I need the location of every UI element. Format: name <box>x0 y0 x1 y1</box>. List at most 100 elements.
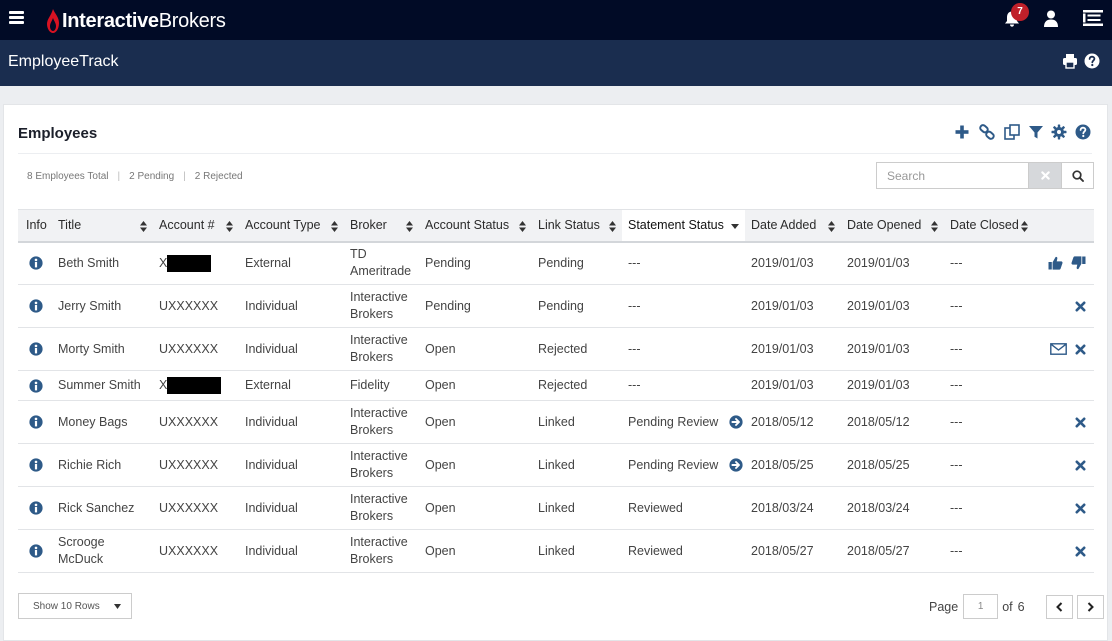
row-actions <box>1040 301 1094 312</box>
column-header-date-closed[interactable]: Date Closed <box>944 209 1034 243</box>
account-number: UXXXXXX <box>159 543 219 558</box>
broker: Fidelity <box>344 370 419 401</box>
close-icon[interactable] <box>1075 546 1086 557</box>
of-label: of <box>1002 599 1013 614</box>
account-status: Open <box>419 370 532 401</box>
search-icon <box>1071 169 1084 182</box>
row-actions <box>1040 417 1094 428</box>
column-header-account-type[interactable]: Account Type <box>239 209 344 243</box>
pagination: Page of 6 <box>929 594 1104 619</box>
account-list-icon[interactable] <box>1083 10 1103 26</box>
close-icon[interactable] <box>1075 301 1086 312</box>
close-icon[interactable] <box>1075 503 1086 514</box>
rows-per-page-select[interactable]: Show 10 Rows <box>18 593 132 619</box>
envelope-icon[interactable] <box>1050 343 1067 355</box>
clear-search-button[interactable] <box>1028 162 1062 189</box>
table-row: Jerry Smith UXXXXXX Individual Interactive … <box>18 284 1094 328</box>
broker: Interactive Brokers <box>344 443 419 487</box>
info-cell <box>18 529 52 573</box>
close-icon[interactable] <box>1075 460 1086 471</box>
date-opened: 2019/01/03 <box>841 284 944 328</box>
account-status: Pending <box>419 241 532 285</box>
date-closed: --- <box>944 529 1034 573</box>
redacted-block <box>167 254 212 272</box>
column-header-broker[interactable]: Broker <box>344 209 419 243</box>
info-icon[interactable] <box>29 342 43 356</box>
filter-icon[interactable] <box>1028 124 1044 140</box>
column-header-title[interactable]: Title <box>52 209 153 243</box>
account-number-cell: UXXXXXX <box>153 400 239 444</box>
date-opened: 2018/05/25 <box>841 443 944 487</box>
column-header-statement-status[interactable]: Statement Status <box>622 209 745 243</box>
column-header-date-added[interactable]: Date Added <box>745 209 841 243</box>
column-header-link-status[interactable]: Link Status <box>532 209 622 243</box>
row-actions <box>1040 503 1094 514</box>
search-input[interactable] <box>876 162 1028 189</box>
rows-per-page-value: Show 10 Rows <box>33 600 100 612</box>
account-number: UXXXXXX <box>159 341 219 356</box>
statement-status: Reviewed <box>628 500 683 515</box>
info-icon[interactable] <box>29 256 43 270</box>
info-icon[interactable] <box>29 378 43 393</box>
broker: Interactive Brokers <box>344 327 419 371</box>
info-icon[interactable] <box>29 544 43 558</box>
account-status: Pending <box>419 284 532 328</box>
row-actions-cell <box>1034 241 1094 285</box>
account-number: X <box>159 377 168 392</box>
brand-flame-icon <box>47 9 59 33</box>
employee-title: Money Bags <box>52 400 153 444</box>
link-icon[interactable] <box>979 124 995 140</box>
help-icon[interactable] <box>1075 124 1091 140</box>
arrow-circle-right-icon[interactable] <box>729 458 743 472</box>
page-number-input[interactable] <box>963 594 999 619</box>
statement-status-wrap: --- <box>628 255 745 272</box>
plus-icon[interactable] <box>954 124 970 140</box>
row-actions-cell <box>1034 529 1094 573</box>
info-icon[interactable] <box>29 299 43 313</box>
search-box <box>876 162 1094 189</box>
info-icon[interactable] <box>29 415 43 429</box>
date-added: 2019/01/03 <box>745 241 841 285</box>
account-type: Individual <box>239 327 344 371</box>
link-status: Linked <box>532 400 622 444</box>
next-page-button[interactable] <box>1076 594 1104 619</box>
help-icon[interactable] <box>1084 53 1100 69</box>
thumbs-up-icon[interactable] <box>1048 256 1063 270</box>
search-button[interactable] <box>1062 162 1094 189</box>
account-number-cell: UXXXXXX <box>153 486 239 530</box>
statement-status-cell: --- <box>622 284 745 328</box>
sort-icon <box>931 221 938 232</box>
broker: Interactive Brokers <box>344 284 419 328</box>
thumbs-down-icon[interactable] <box>1071 256 1086 270</box>
column-header-date-opened[interactable]: Date Opened <box>841 209 944 243</box>
brand-logo[interactable]: Interactive Brokers <box>46 8 226 34</box>
employee-summary: 8 Employees Total | 2 Pending | 2 Reject… <box>27 171 243 182</box>
copy-icon[interactable] <box>1004 124 1020 140</box>
user-icon[interactable] <box>1043 10 1059 27</box>
statement-status: Pending Review <box>628 457 719 472</box>
account-number-cell: UXXXXXX <box>153 327 239 371</box>
row-actions <box>1040 546 1094 557</box>
chevron-right-icon <box>1087 601 1094 612</box>
date-added: 2018/03/24 <box>745 486 841 530</box>
hamburger-menu-icon[interactable] <box>9 11 24 24</box>
arrow-circle-right-icon[interactable] <box>729 415 743 429</box>
app-header-bar: EmployeeTrack <box>0 40 1112 86</box>
table-row: Rick Sanchez UXXXXXX Individual Interactive… <box>18 486 1094 530</box>
previous-page-button[interactable] <box>1045 594 1073 619</box>
info-icon[interactable] <box>29 501 43 515</box>
page-label: Page <box>929 599 959 614</box>
column-header-account-status[interactable]: Account Status <box>419 209 532 243</box>
gear-icon[interactable] <box>1051 124 1067 140</box>
info-cell <box>18 370 52 401</box>
date-closed: --- <box>944 327 1034 371</box>
notification-count-badge[interactable]: 7 <box>1011 3 1029 21</box>
table-header-row: Info Title Account # Account Type Broker Acco… <box>18 209 1094 243</box>
print-icon[interactable] <box>1062 53 1078 69</box>
close-icon[interactable] <box>1075 417 1086 428</box>
info-cell <box>18 241 52 285</box>
close-icon[interactable] <box>1075 344 1086 355</box>
info-icon[interactable] <box>29 458 43 472</box>
link-status: Rejected <box>532 327 622 371</box>
column-header-account[interactable]: Account # <box>153 209 239 243</box>
